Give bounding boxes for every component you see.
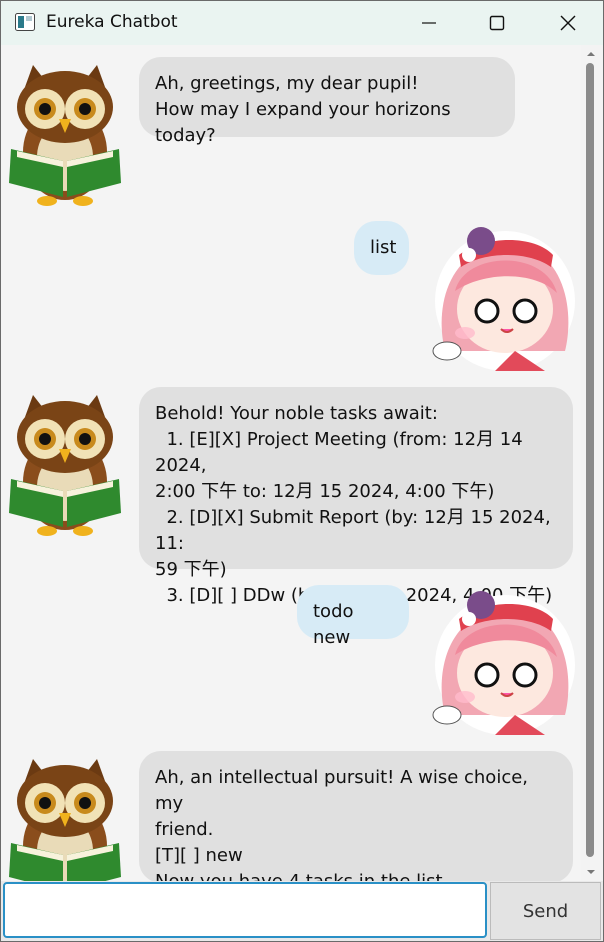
user-message-bubble: list [354, 221, 409, 275]
bot-message-bubble: Ah, greetings, my dear pupil! How may I … [139, 57, 515, 146]
bot-message-bubble: Ah, an intellectual pursuit! A wise choi… [139, 751, 573, 881]
chatbot-window: Eureka Chatbot Ah, greetings, my dear pu… [0, 0, 604, 942]
minimize-icon [422, 22, 436, 24]
close-icon [560, 15, 576, 31]
scrollbar-thumb[interactable] [586, 63, 594, 857]
bot-owl-avatar-icon [3, 57, 127, 207]
maximize-icon [489, 15, 505, 31]
scroll-down-arrow-icon[interactable] [586, 867, 596, 877]
scroll-up-arrow-icon[interactable] [586, 49, 596, 59]
title-bar: Eureka Chatbot [1, 1, 603, 45]
minimize-button[interactable] [406, 1, 452, 45]
bot-owl-avatar-icon [3, 751, 127, 881]
close-button[interactable] [545, 1, 591, 45]
user-message-bubble: todo new [297, 585, 409, 648]
vertical-scrollbar[interactable] [581, 45, 603, 881]
maximize-button[interactable] [474, 1, 520, 45]
app-window-icon [15, 13, 35, 31]
message-input[interactable] [3, 882, 487, 938]
user-girl-avatar-icon [425, 585, 575, 735]
bot-owl-avatar-icon [3, 387, 127, 537]
user-girl-avatar-icon [425, 221, 575, 371]
window-title: Eureka Chatbot [46, 12, 178, 32]
send-button[interactable]: Send [490, 882, 601, 940]
chat-scroll-pane[interactable]: Ah, greetings, my dear pupil! How may I … [1, 45, 581, 881]
input-area: Send [1, 881, 603, 941]
bot-message-bubble: Behold! Your noble tasks await: 1. [E][X… [139, 387, 573, 606]
